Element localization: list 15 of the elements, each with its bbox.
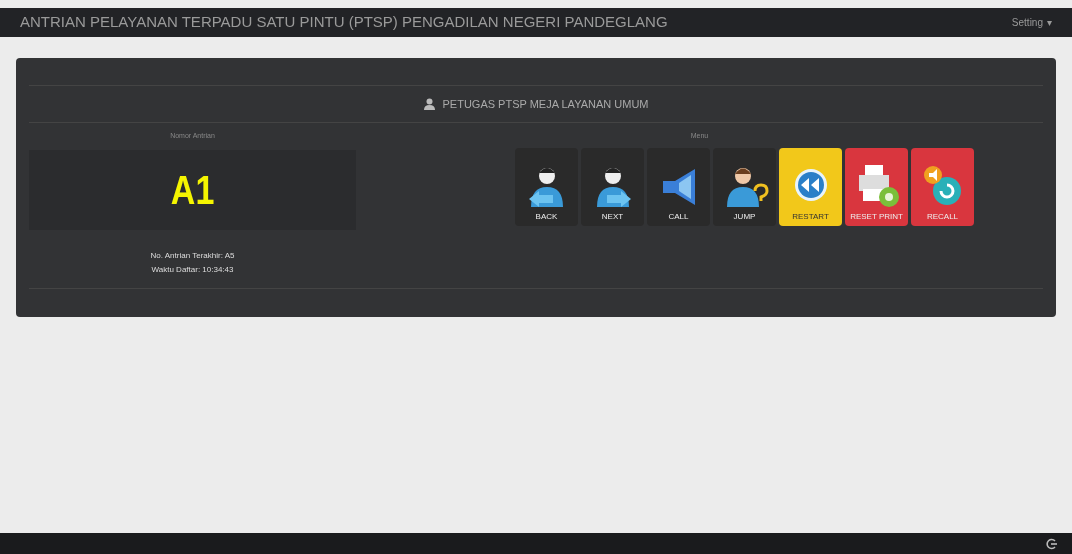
power-icon[interactable] <box>1046 537 1058 550</box>
menu-button[interactable]: RESTART <box>779 147 842 226</box>
app-title: ANTRIAN PELAYANAN TERPADU SATU PINTU (PTSP) PENGADILAN NEGERI PANDEGLANG <box>20 12 668 33</box>
menu-button[interactable]: RECALL <box>911 147 974 226</box>
menu-button[interactable]: CALL <box>647 147 710 226</box>
register-time-text: Waktu Daftar: 10:34:43 <box>151 263 234 276</box>
last-queue-text: No. Antrian Terakhir: A5 <box>150 249 235 262</box>
menu-button[interactable]: JUMP <box>713 147 776 226</box>
panel-heading: PETUGAS PTSP MEJA LAYANAN UMUM <box>442 96 649 112</box>
setting-menu[interactable]: Setting ▾ <box>1011 15 1052 30</box>
menu-button[interactable]: RESET PRINT <box>845 147 908 226</box>
menu-button[interactable]: BACK <box>515 147 578 226</box>
user-icon <box>423 98 435 110</box>
queue-number: A1 <box>170 166 215 214</box>
menu-button[interactable]: NEXT <box>581 147 644 226</box>
